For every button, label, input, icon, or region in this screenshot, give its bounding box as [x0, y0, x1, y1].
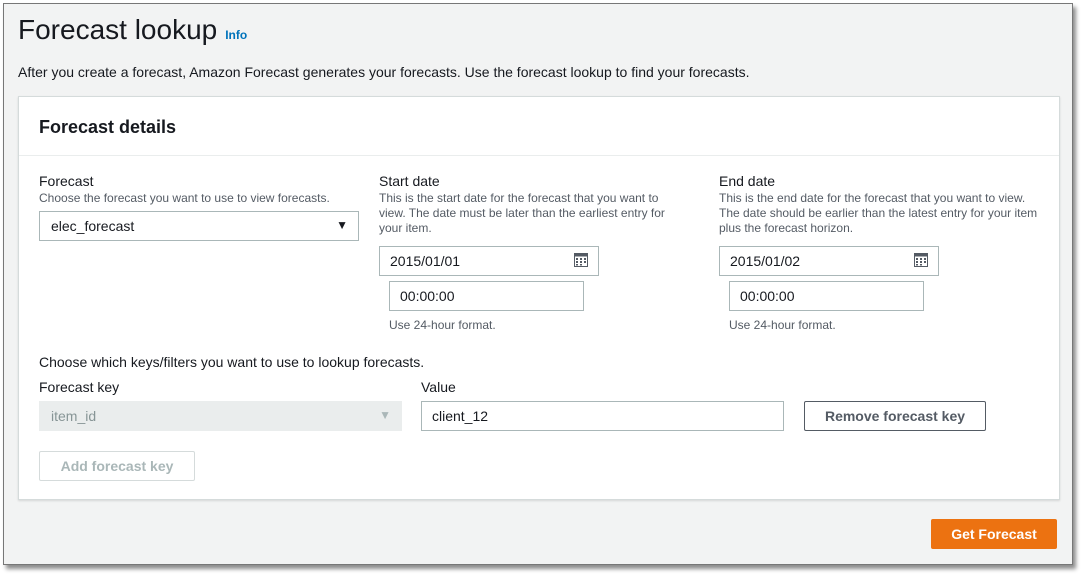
- forecast-key-label: Forecast key: [39, 379, 120, 395]
- page-description: After you create a forecast, Amazon Fore…: [18, 64, 750, 80]
- forecast-details-panel: Forecast details Forecast Choose the for…: [18, 96, 1060, 500]
- forecast-lookup-page: Forecast lookup Info After you create a …: [3, 3, 1073, 565]
- get-forecast-button[interactable]: Get Forecast: [931, 519, 1057, 549]
- calendar-icon[interactable]: [574, 253, 588, 267]
- panel-title: Forecast details: [39, 117, 177, 137]
- forecast-field: Forecast Choose the forecast you want to…: [39, 173, 359, 206]
- keys-heading: Choose which keys/filters you want to us…: [39, 354, 425, 370]
- forecast-label: Forecast: [39, 173, 94, 189]
- end-date-hint: This is the end date for the forecast th…: [719, 191, 1038, 235]
- forecast-select-value: elec_forecast: [51, 218, 135, 234]
- end-time-input[interactable]: 00:00:00: [729, 281, 924, 311]
- start-time-hint: Use 24-hour format.: [389, 318, 496, 332]
- info-link[interactable]: Info: [225, 28, 247, 42]
- caret-down-icon: ▼: [336, 218, 348, 232]
- calendar-icon[interactable]: [914, 253, 928, 267]
- start-date-hint: This is the start date for the forecast …: [379, 191, 665, 235]
- value-label: Value: [421, 379, 456, 395]
- forecast-key-select: item_id ▼: [39, 401, 402, 431]
- start-date-input[interactable]: 2015/01/01: [379, 246, 599, 276]
- end-date-input[interactable]: 2015/01/02: [719, 246, 939, 276]
- start-date-value: 2015/01/01: [390, 253, 461, 269]
- value-input-value: client_12: [432, 408, 489, 424]
- page-header: Forecast lookup Info: [18, 14, 247, 46]
- add-forecast-key-button: Add forecast key: [39, 451, 195, 481]
- forecast-select[interactable]: elec_forecast ▼: [39, 211, 359, 241]
- end-time-value: 00:00:00: [740, 288, 795, 304]
- end-date-label: End date: [719, 173, 776, 189]
- end-date-field: End date This is the end date for the fo…: [719, 173, 1039, 236]
- caret-down-icon: ▼: [379, 408, 391, 422]
- forecast-key-value: item_id: [51, 408, 97, 424]
- end-date-value: 2015/01/02: [730, 253, 801, 269]
- value-input[interactable]: client_12: [421, 401, 784, 431]
- end-time-hint: Use 24-hour format.: [729, 318, 836, 332]
- start-date-label: Start date: [379, 173, 440, 189]
- panel-header: Forecast details: [19, 97, 1059, 156]
- remove-forecast-key-button[interactable]: Remove forecast key: [804, 401, 986, 431]
- start-date-field: Start date This is the start date for th…: [379, 173, 679, 236]
- page-title: Forecast lookup: [18, 14, 218, 45]
- start-time-value: 00:00:00: [400, 288, 455, 304]
- forecast-hint: Choose the forecast you want to use to v…: [39, 191, 330, 205]
- start-time-input[interactable]: 00:00:00: [389, 281, 584, 311]
